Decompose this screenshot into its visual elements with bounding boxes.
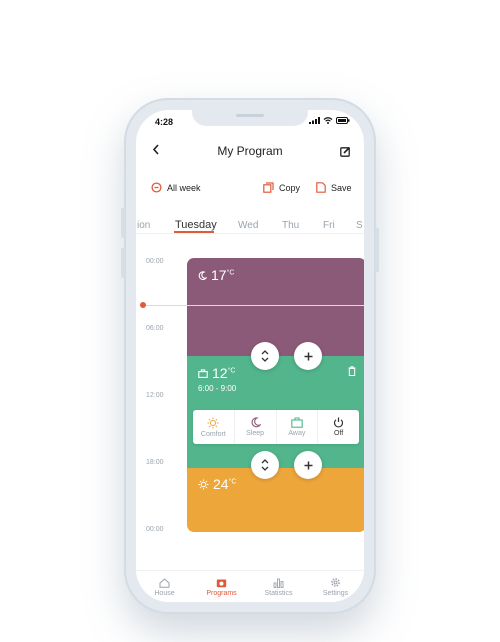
mode-comfort-label: Comfort: [200, 430, 226, 438]
bottom-tab-bar: House Programs Statistics Settings: [136, 570, 364, 602]
tab-settings-label: Settings: [322, 590, 349, 597]
away-time-range: 6:00 - 9:00: [198, 384, 237, 393]
programs-icon: [216, 579, 227, 587]
tab-friday[interactable]: Fri: [323, 220, 335, 231]
tab-statistics-label: Statistics: [264, 589, 293, 597]
save-icon: [316, 182, 326, 193]
plus-icon: [304, 352, 312, 360]
mode-sleep-label: Sleep: [246, 430, 265, 437]
drag-handle-button[interactable]: [251, 342, 279, 370]
tab-house[interactable]: House: [136, 571, 193, 602]
chevron-up-down-icon: [261, 459, 269, 471]
wifi-icon: [323, 117, 333, 124]
statistics-icon: [273, 578, 284, 588]
add-block-button[interactable]: [294, 451, 322, 479]
current-time-dot: [140, 302, 146, 308]
tab-tuesday[interactable]: Tuesday: [175, 219, 217, 231]
day-tabs: ion Tuesday Wed Thu Fri S: [136, 207, 364, 231]
add-block-button[interactable]: [294, 342, 322, 370]
mode-picker: Comfort Sleep Away Off: [193, 410, 359, 444]
tab-settings[interactable]: Settings: [307, 571, 364, 602]
side-button: [375, 228, 379, 272]
tab-wednesday[interactable]: Wed: [238, 220, 258, 231]
all-week-button[interactable]: All week: [151, 182, 201, 193]
phone-frame: 4:28 My Program All week Copy Save ion T…: [121, 98, 379, 614]
copy-icon: [263, 182, 274, 193]
drag-handle-button[interactable]: [251, 451, 279, 479]
comfort-block-label: 24°C: [198, 476, 236, 492]
divider: [136, 233, 364, 234]
sleep-temp: 17°C: [211, 267, 235, 283]
tab-programs-label: Programs: [206, 589, 237, 597]
mode-away-label: Away: [288, 430, 306, 437]
battery-icon: [336, 117, 350, 124]
edit-button[interactable]: [340, 144, 351, 162]
copy-label: Copy: [279, 182, 301, 193]
side-button: [121, 208, 125, 238]
status-icons: [309, 117, 350, 124]
away-block-label: 12°C: [198, 365, 235, 381]
briefcase-icon: [291, 417, 303, 428]
tab-monday[interactable]: ion: [137, 220, 150, 231]
mode-away[interactable]: Away: [277, 410, 319, 444]
edit-icon: [340, 146, 351, 157]
gear-icon: [331, 578, 340, 587]
save-button[interactable]: Save: [316, 182, 352, 193]
power-icon: [334, 417, 344, 428]
tab-saturday[interactable]: S: [356, 220, 363, 231]
sun-icon: [207, 417, 219, 428]
sun-icon: [198, 479, 209, 489]
current-time-line: [142, 305, 364, 306]
tab-thursday[interactable]: Thu: [282, 220, 299, 231]
house-icon: [159, 577, 170, 588]
screen: 4:28 My Program All week Copy Save ion T…: [136, 110, 364, 602]
hour-label: 12:00: [146, 392, 164, 399]
tab-house-label: House: [154, 589, 175, 597]
status-time: 4:28: [155, 117, 174, 127]
tab-programs[interactable]: Programs: [193, 571, 250, 602]
copy-button[interactable]: Copy: [263, 182, 300, 193]
mode-comfort[interactable]: Comfort: [193, 410, 235, 444]
hour-label: 06:00: [146, 325, 164, 332]
mode-off-label: Off: [334, 430, 344, 437]
page-title: My Program: [217, 144, 283, 158]
signal-icon: [309, 117, 320, 124]
sleep-block[interactable]: 17°C: [187, 258, 364, 356]
briefcase-icon: [198, 368, 208, 378]
away-temp: 12°C: [212, 365, 236, 381]
hour-label: 18:00: [146, 459, 164, 466]
plus-icon: [304, 461, 312, 469]
chevron-up-down-icon: [261, 350, 269, 362]
tab-statistics[interactable]: Statistics: [250, 571, 307, 602]
trash-icon[interactable]: [348, 366, 356, 376]
mode-sleep[interactable]: Sleep: [235, 410, 277, 444]
sleep-block-label: 17°C: [198, 267, 234, 283]
all-week-label: All week: [167, 182, 201, 193]
moon-icon: [198, 270, 207, 280]
mode-off[interactable]: Off: [318, 410, 359, 444]
save-label: Save: [331, 182, 352, 193]
comfort-temp: 24°C: [213, 476, 237, 492]
speaker: [236, 114, 264, 117]
hour-label: 00:00: [146, 258, 164, 265]
side-button: [121, 248, 125, 278]
hour-label: 00:00: [146, 526, 164, 533]
moon-icon: [251, 417, 261, 428]
notch: [192, 110, 308, 126]
all-week-icon: [151, 182, 162, 193]
comfort-block[interactable]: 24°C: [187, 468, 364, 532]
